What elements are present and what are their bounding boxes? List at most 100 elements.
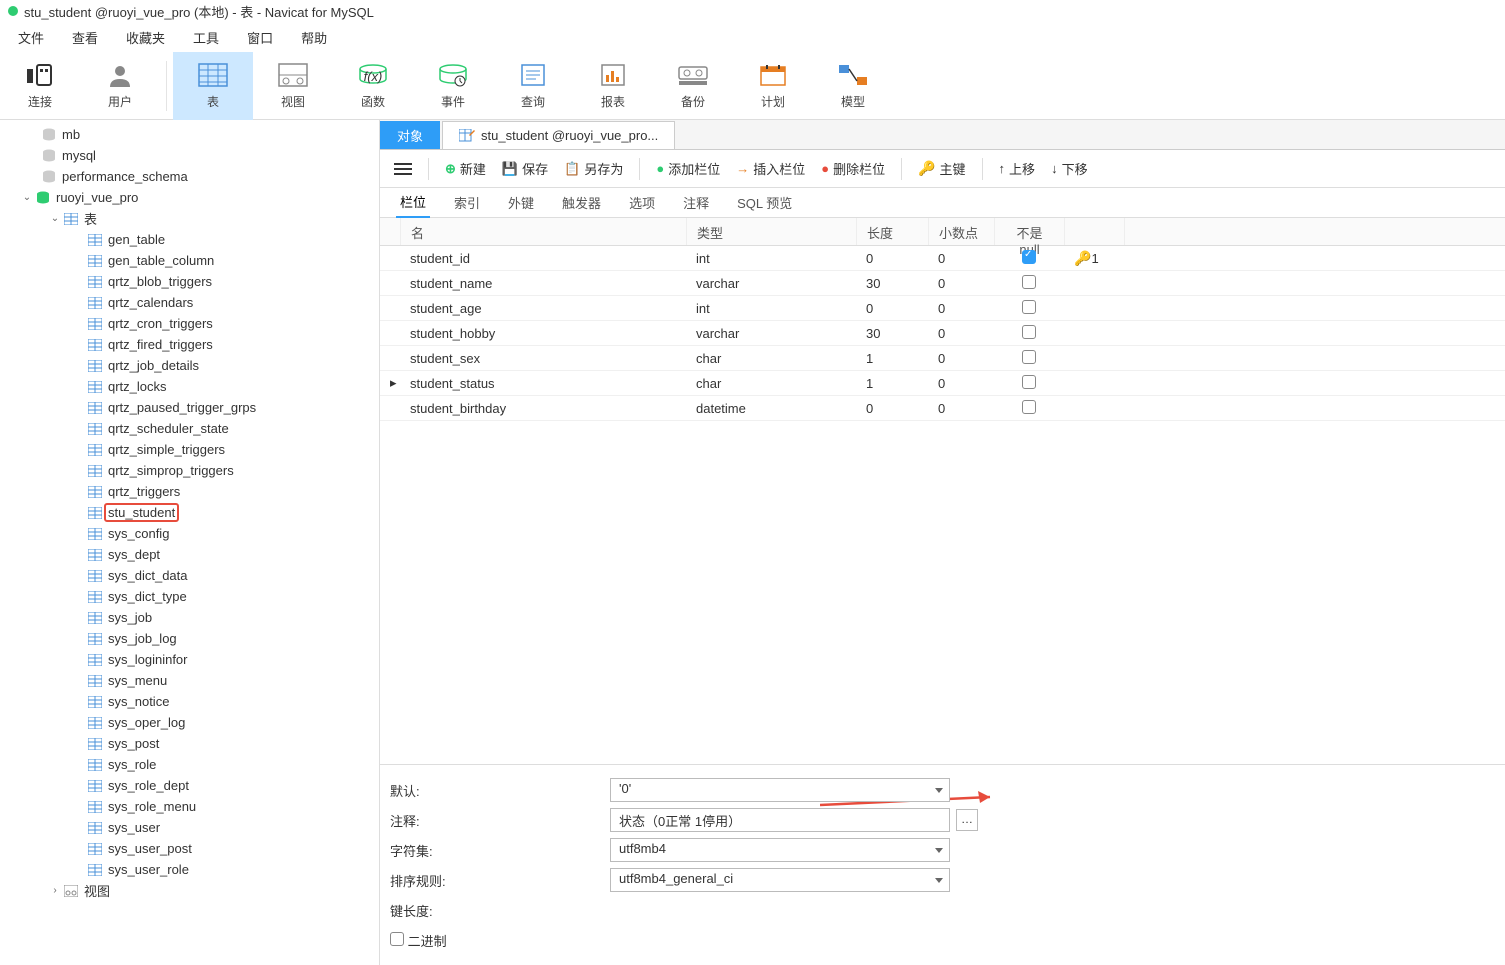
tree-connection[interactable]: ⌄ruoyi_vue_pro bbox=[0, 187, 379, 208]
tree-database[interactable]: mb bbox=[0, 124, 379, 145]
subtab-triggers[interactable]: 触发器 bbox=[558, 188, 605, 218]
sidebar-tree[interactable]: mbmysqlperformance_schema⌄ruoyi_vue_pro⌄… bbox=[0, 120, 380, 965]
ellipsis-button[interactable]: … bbox=[956, 809, 978, 831]
tree-table-item[interactable]: sys_config bbox=[0, 523, 379, 544]
cell-type[interactable]: char bbox=[686, 373, 856, 394]
cell-notnull[interactable] bbox=[994, 247, 1064, 270]
insert-column-button[interactable]: →插入栏位 bbox=[730, 155, 811, 182]
tree-database[interactable]: mysql bbox=[0, 145, 379, 166]
table-row[interactable]: ▸ student_status char 1 0 bbox=[380, 371, 1505, 396]
tree-table-item[interactable]: sys_role_menu bbox=[0, 796, 379, 817]
tree-table-item[interactable]: qrtz_scheduler_state bbox=[0, 418, 379, 439]
cell-decimal[interactable]: 0 bbox=[928, 373, 994, 394]
header-name[interactable]: 名 bbox=[401, 218, 687, 245]
tab-objects[interactable]: 对象 bbox=[380, 121, 440, 149]
toolbar-model[interactable]: 模型 bbox=[813, 52, 893, 120]
header-length[interactable]: 长度 bbox=[857, 218, 929, 245]
cell-name[interactable]: student_hobby bbox=[400, 323, 686, 344]
tree-table-item[interactable]: qrtz_blob_triggers bbox=[0, 271, 379, 292]
tree-database[interactable]: performance_schema bbox=[0, 166, 379, 187]
toolbar-backup[interactable]: 备份 bbox=[653, 52, 733, 120]
tree-table-item[interactable]: sys_dict_data bbox=[0, 565, 379, 586]
cell-type[interactable]: datetime bbox=[686, 398, 856, 419]
tree-table-item[interactable]: qrtz_cron_triggers bbox=[0, 313, 379, 334]
prop-charset-input[interactable]: utf8mb4 bbox=[610, 838, 950, 862]
cell-notnull[interactable] bbox=[994, 297, 1064, 320]
tree-table-item[interactable]: sys_user_role bbox=[0, 859, 379, 880]
header-decimal[interactable]: 小数点 bbox=[929, 218, 995, 245]
table-row[interactable]: student_birthday datetime 0 0 bbox=[380, 396, 1505, 421]
header-type[interactable]: 类型 bbox=[687, 218, 857, 245]
tree-table-item[interactable]: gen_table bbox=[0, 229, 379, 250]
cell-key[interactable] bbox=[1064, 330, 1124, 336]
cell-key[interactable] bbox=[1064, 355, 1124, 361]
saveas-button[interactable]: 📋另存为 bbox=[558, 155, 629, 182]
cell-type[interactable]: int bbox=[686, 248, 856, 269]
cell-type[interactable]: varchar bbox=[686, 323, 856, 344]
tree-table-item[interactable]: sys_role bbox=[0, 754, 379, 775]
tree-table-item[interactable]: sys_post bbox=[0, 733, 379, 754]
cell-length[interactable]: 0 bbox=[856, 298, 928, 319]
tree-tables-group[interactable]: ⌄表 bbox=[0, 208, 379, 229]
cell-key[interactable] bbox=[1064, 405, 1124, 411]
tree-table-item[interactable]: sys_user bbox=[0, 817, 379, 838]
tree-table-item[interactable]: sys_notice bbox=[0, 691, 379, 712]
tree-table-item[interactable]: sys_job_log bbox=[0, 628, 379, 649]
new-button[interactable]: ⊕新建 bbox=[439, 155, 492, 182]
toolbar-event[interactable]: 事件 bbox=[413, 52, 493, 120]
tree-table-item[interactable]: sys_dict_type bbox=[0, 586, 379, 607]
delete-column-button[interactable]: ●删除栏位 bbox=[815, 155, 891, 182]
cell-decimal[interactable]: 0 bbox=[928, 398, 994, 419]
cell-notnull[interactable] bbox=[994, 372, 1064, 395]
tree-table-item[interactable]: qrtz_calendars bbox=[0, 292, 379, 313]
cell-length[interactable]: 0 bbox=[856, 248, 928, 269]
cell-name[interactable]: student_id bbox=[400, 248, 686, 269]
cell-name[interactable]: student_name bbox=[400, 273, 686, 294]
toolbar-function[interactable]: f(x) 函数 bbox=[333, 52, 413, 120]
subtab-columns[interactable]: 栏位 bbox=[396, 188, 430, 218]
cell-notnull[interactable] bbox=[994, 322, 1064, 345]
menu-favorites[interactable]: 收藏夹 bbox=[126, 28, 165, 47]
cell-notnull[interactable] bbox=[994, 272, 1064, 295]
tree-table-item[interactable]: sys_user_post bbox=[0, 838, 379, 859]
subtab-foreign-keys[interactable]: 外键 bbox=[504, 188, 538, 218]
toolbar-plan[interactable]: 计划 bbox=[733, 52, 813, 120]
tree-table-item[interactable]: sys_logininfor bbox=[0, 649, 379, 670]
cell-length[interactable]: 1 bbox=[856, 348, 928, 369]
menu-help[interactable]: 帮助 bbox=[301, 28, 327, 47]
cell-key[interactable] bbox=[1064, 280, 1124, 286]
move-up-button[interactable]: ↑上移 bbox=[993, 155, 1042, 182]
prop-default-input[interactable]: '0' bbox=[610, 778, 950, 802]
cell-key[interactable] bbox=[1064, 380, 1124, 386]
tree-table-item[interactable]: qrtz_triggers bbox=[0, 481, 379, 502]
tab-table-editor[interactable]: stu_student @ruoyi_vue_pro... bbox=[442, 121, 675, 149]
cell-name[interactable]: student_status bbox=[400, 373, 686, 394]
toolbar-report[interactable]: 报表 bbox=[573, 52, 653, 120]
tree-table-item[interactable]: stu_student bbox=[0, 502, 379, 523]
table-row[interactable]: student_age int 0 0 bbox=[380, 296, 1505, 321]
cell-notnull[interactable] bbox=[994, 347, 1064, 370]
toolbar-table[interactable]: 表 bbox=[173, 52, 253, 120]
tree-table-item[interactable]: qrtz_paused_trigger_grps bbox=[0, 397, 379, 418]
prop-comment-input[interactable]: 状态（0正常 1停用） bbox=[610, 808, 950, 832]
table-row[interactable]: student_sex char 1 0 bbox=[380, 346, 1505, 371]
move-down-button[interactable]: ↓下移 bbox=[1045, 155, 1094, 182]
cell-notnull[interactable] bbox=[994, 397, 1064, 420]
subtab-options[interactable]: 选项 bbox=[625, 188, 659, 218]
menu-window[interactable]: 窗口 bbox=[247, 28, 273, 47]
hamburger-button[interactable] bbox=[388, 158, 418, 180]
cell-key[interactable] bbox=[1064, 305, 1124, 311]
toolbar-query[interactable]: 查询 bbox=[493, 52, 573, 120]
cell-name[interactable]: student_age bbox=[400, 298, 686, 319]
tree-table-item[interactable]: qrtz_locks bbox=[0, 376, 379, 397]
cell-name[interactable]: student_birthday bbox=[400, 398, 686, 419]
subtab-comment[interactable]: 注释 bbox=[679, 188, 713, 218]
tree-table-item[interactable]: sys_oper_log bbox=[0, 712, 379, 733]
cell-decimal[interactable]: 0 bbox=[928, 348, 994, 369]
menu-file[interactable]: 文件 bbox=[18, 28, 44, 47]
tree-table-item[interactable]: qrtz_job_details bbox=[0, 355, 379, 376]
cell-length[interactable]: 30 bbox=[856, 323, 928, 344]
cell-decimal[interactable]: 0 bbox=[928, 298, 994, 319]
tree-table-item[interactable]: qrtz_simprop_triggers bbox=[0, 460, 379, 481]
prop-binary[interactable]: 二进制 bbox=[390, 931, 610, 950]
